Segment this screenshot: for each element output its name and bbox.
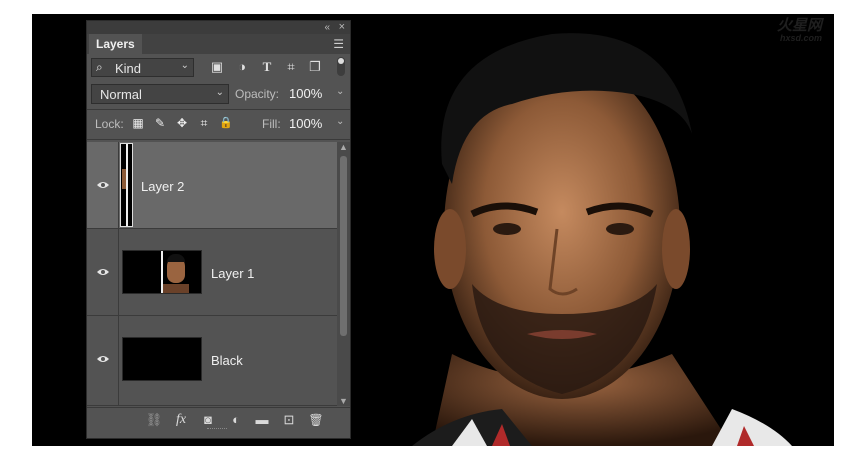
new-group-icon[interactable]: ▬ [253, 411, 271, 429]
lock-image-pixels-icon[interactable]: ✎ [152, 115, 168, 131]
divider [87, 139, 350, 140]
scroll-up-icon[interactable]: ▲ [339, 142, 348, 152]
panel-tab-row: Layers ☰ [87, 34, 350, 54]
close-panel-icon[interactable]: × [339, 21, 345, 34]
layer-name[interactable]: Layer 2 [141, 179, 184, 194]
layers-panel: « × Layers ☰ ⌕ Kind ⌄ ▣ ◑ T ⌗ ❐ Normal ⌄… [86, 20, 351, 439]
blend-mode-dropdown[interactable]: Normal ⌄ [91, 84, 229, 104]
opacity-value[interactable]: 100% [289, 86, 322, 101]
lock-transparent-pixels-icon[interactable]: ▦ [130, 115, 146, 131]
lock-position-icon[interactable]: ✥ [174, 115, 190, 131]
layer-list: Layer 2 Layer 1 Black [87, 142, 337, 406]
panel-titlebar[interactable]: « × [87, 21, 350, 34]
link-layers-icon[interactable]: ⛓ [145, 411, 163, 429]
scroll-down-icon[interactable]: ▼ [339, 396, 348, 406]
eye-icon[interactable] [96, 355, 110, 363]
lock-all-icon[interactable]: 🔒 [218, 115, 234, 131]
layers-bottom-toolbar: ⛓ fx ◙ ◐ ▬ ⊡ 🗑 [87, 407, 350, 432]
new-adjustment-layer-icon[interactable]: ◐ [227, 411, 245, 429]
shape-layer-filter-icon[interactable]: ⌗ [283, 59, 299, 75]
lock-row: Lock: ▦ ✎ ✥ ⌗ 🔒 Fill: 100% ⌄ [87, 113, 350, 137]
scrollbar-thumb[interactable] [340, 156, 347, 336]
layer-thumbnail [122, 250, 202, 294]
type-layer-filter-icon[interactable]: T [259, 59, 275, 75]
layer-row-black[interactable]: Black [87, 316, 337, 406]
filter-toggle-switch[interactable] [337, 57, 345, 76]
visibility-cell[interactable] [87, 229, 119, 315]
filter-kind-dropdown[interactable]: ⌕ Kind ⌄ [91, 58, 194, 77]
chevron-down-icon[interactable]: ⌄ [336, 116, 344, 127]
lock-artboard-icon[interactable]: ⌗ [196, 115, 212, 131]
divider [87, 109, 350, 110]
layer-name[interactable]: Layer 1 [211, 266, 254, 281]
watermark-url: hxsd.com [779, 33, 822, 43]
delete-layer-icon[interactable]: 🗑 [307, 411, 325, 429]
eye-icon[interactable] [96, 181, 110, 189]
chevron-down-icon: ⌄ [215, 87, 224, 98]
lock-label: Lock: [95, 117, 124, 131]
fill-label: Fill: [262, 117, 281, 131]
layer-name[interactable]: Black [211, 353, 243, 368]
adjustment-layer-filter-icon[interactable]: ◑ [234, 59, 250, 75]
visibility-cell[interactable] [87, 142, 119, 228]
hxsd-watermark: 火星网 hxsd.com [777, 18, 822, 43]
add-layer-mask-icon[interactable]: ◙ [199, 411, 217, 429]
chevron-down-icon: ⌄ [180, 60, 189, 71]
watermark-logo: 火星网 [776, 17, 822, 34]
layer-row-layer-1[interactable]: Layer 1 [87, 229, 337, 316]
pixel-layer-filter-icon[interactable]: ▣ [209, 59, 225, 75]
new-layer-icon[interactable]: ⊡ [280, 411, 298, 429]
layer-thumbnail [120, 143, 133, 227]
layer-row-layer-2[interactable]: Layer 2 [87, 142, 337, 229]
smart-object-filter-icon[interactable]: ❐ [307, 59, 323, 75]
eye-icon[interactable] [96, 268, 110, 276]
add-layer-style-icon[interactable]: fx [172, 411, 190, 429]
visibility-cell[interactable] [87, 316, 119, 405]
panel-menu-icon[interactable]: ☰ [333, 37, 344, 51]
fill-value[interactable]: 100% [289, 116, 322, 131]
blend-mode-value: Normal [100, 87, 142, 102]
filter-kind-value: Kind [115, 61, 142, 76]
layer-thumbnail [122, 337, 202, 381]
blend-row: Normal ⌄ Opacity: 100% ⌄ [87, 81, 350, 108]
layers-scrollbar[interactable]: ▲ ▼ [337, 142, 350, 406]
panel-resize-grip[interactable] [207, 428, 227, 431]
opacity-label: Opacity: [235, 87, 280, 101]
filter-row: ⌕ Kind ⌄ ▣ ◑ T ⌗ ❐ [87, 54, 350, 81]
collapse-panel-icon[interactable]: « [324, 21, 330, 34]
chevron-down-icon[interactable]: ⌄ [336, 86, 344, 97]
tab-layers[interactable]: Layers [89, 34, 142, 54]
search-icon: ⌕ [96, 60, 103, 74]
